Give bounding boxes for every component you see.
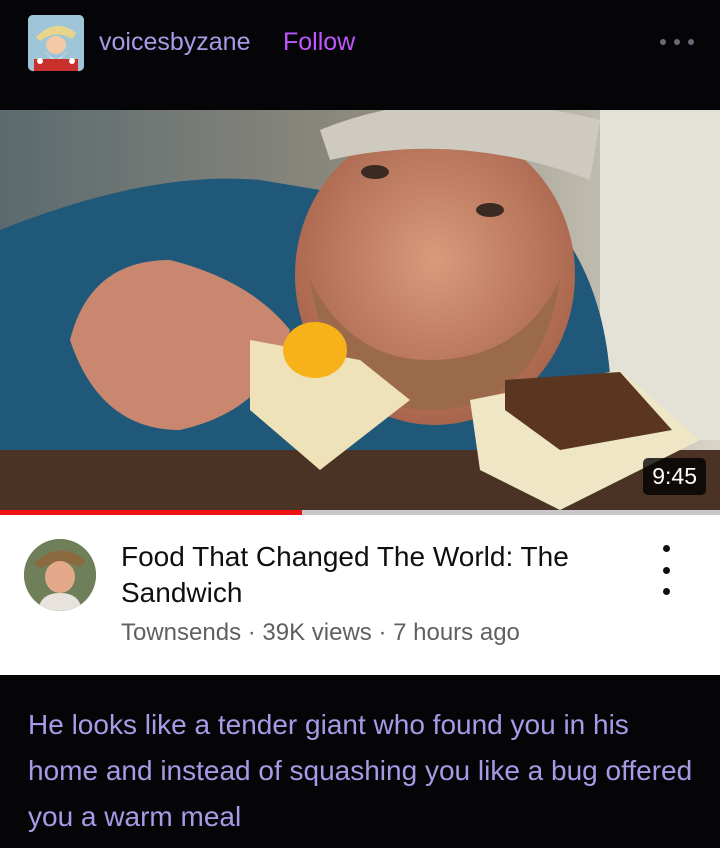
upload-age: 7 hours ago [393,619,520,646]
follow-button[interactable]: Follow [283,28,355,57]
post-header: voicesbyzane Follow [0,0,720,110]
video-title[interactable]: Food That Changed The World: The Sandwic… [121,539,631,611]
post-caption: He looks like a tender giant who found y… [28,709,693,832]
thumbnail-image [0,110,720,510]
meta-separator: · [241,619,263,646]
video-meta: Townsends · 39K views · 7 hours ago [121,619,520,647]
video-info-card[interactable]: Food That Changed The World: The Sandwic… [0,515,720,675]
more-horizontal-icon[interactable] [660,34,694,50]
video-thumbnail[interactable]: 9:45 [0,110,720,510]
blog-avatar[interactable] [28,15,84,71]
wizard-avatar-icon [28,15,84,71]
channel-avatar[interactable] [24,539,96,611]
more-vertical-icon[interactable] [656,545,676,595]
channel-name[interactable]: Townsends [121,619,241,646]
video-duration: 9:45 [643,458,706,495]
meta-separator: · [371,619,394,646]
blog-username[interactable]: voicesbyzane [99,28,250,57]
view-count: 39K views [262,619,372,646]
channel-avatar-image [24,539,96,611]
